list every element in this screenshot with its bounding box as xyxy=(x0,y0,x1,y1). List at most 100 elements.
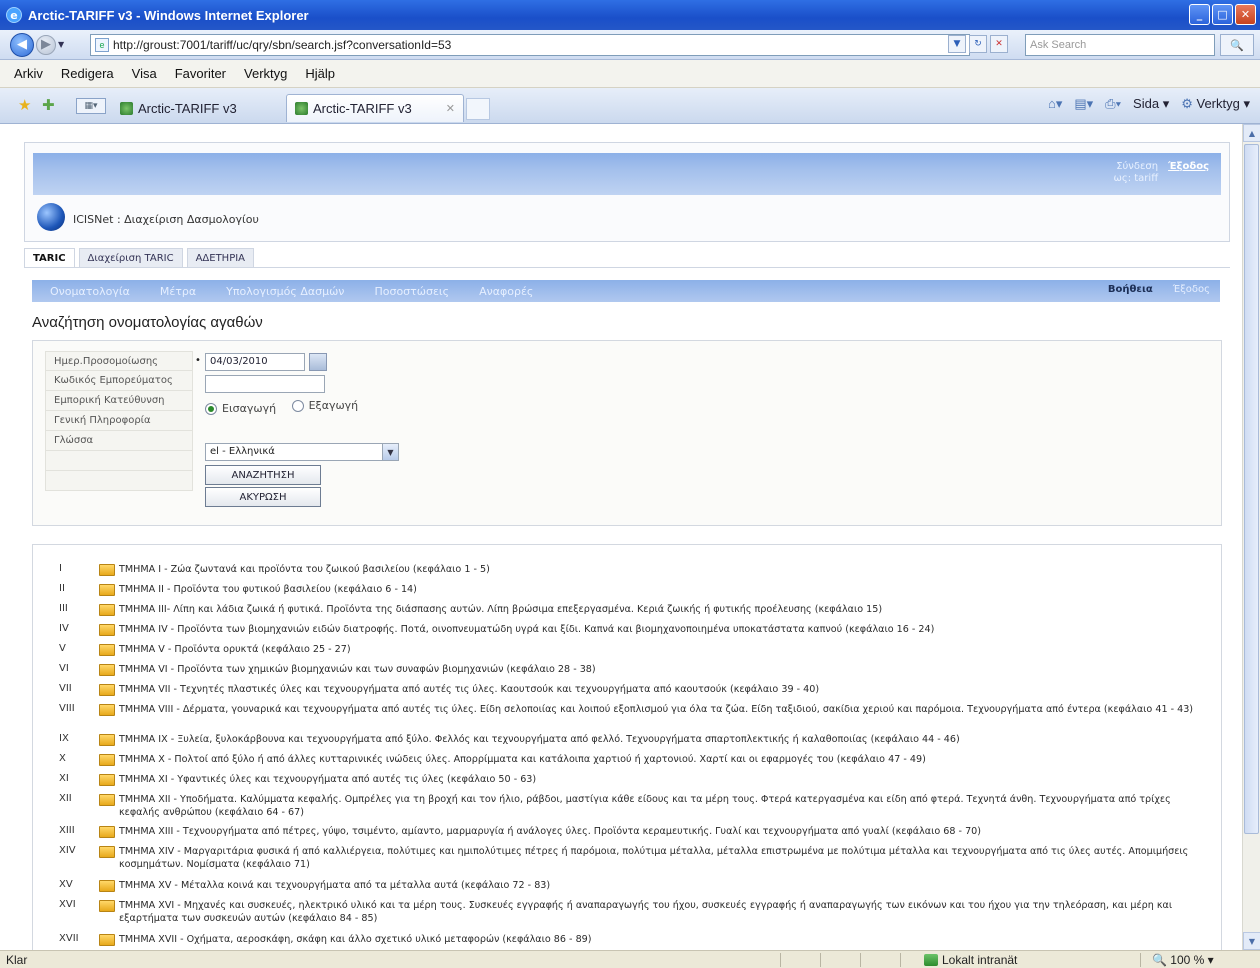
menu-redigera[interactable]: Redigera xyxy=(61,66,114,81)
section-number: X xyxy=(59,753,66,764)
page-content: Σύνδεση ως: tariff Έξοδος ICISNet : Διαχ… xyxy=(0,124,1242,950)
section-label[interactable]: ΤΜΗΜΑ XIV - Μαργαριτάρια φυσικά ή από κα… xyxy=(119,845,1199,871)
section-number: IV xyxy=(59,623,69,634)
site-icon xyxy=(120,101,133,115)
stop-icon[interactable]: ✕ xyxy=(990,35,1008,53)
browser-tab-1[interactable]: Arctic-TARIFF v3 xyxy=(112,94,282,122)
section-label[interactable]: ΤΜΗΜΑ XI - Υφαντικές ύλες και τεχνουργήμ… xyxy=(119,773,1199,786)
scroll-down-icon[interactable]: ▼ xyxy=(1243,932,1260,950)
radio-import[interactable]: Εισαγωγή xyxy=(205,402,276,415)
zoom-level[interactable]: 🔍 100 % ▾ xyxy=(1152,953,1214,967)
minimize-button[interactable]: _ xyxy=(1189,4,1210,25)
tab-taric-admin[interactable]: Διαχείριση TARIC xyxy=(78,248,183,268)
section-label[interactable]: ΤΜΗΜΑ XVII - Οχήματα, αεροσκάφη, σκάφη κ… xyxy=(119,933,1199,946)
radio-import-dot xyxy=(205,402,217,415)
window-titlebar: e Arctic-TARIFF v3 - Windows Internet Ex… xyxy=(0,0,1260,30)
new-tab-button[interactable] xyxy=(466,98,490,120)
section-label[interactable]: ΤΜΗΜΑ XIII - Τεχνουργήματα από πέτρες, γ… xyxy=(119,825,1199,838)
section-label[interactable]: ΤΜΗΜΑ I - Ζώα ζωντανά και προϊόντα του ζ… xyxy=(119,563,1199,576)
search-button[interactable]: ΑΝΑΖΗΤΗΣΗ xyxy=(205,465,321,485)
section-label[interactable]: ΤΜΗΜΑ VIII - Δέρματα, γουναρικά και τεχν… xyxy=(119,703,1199,716)
radio-export[interactable]: Εξαγωγή xyxy=(291,399,358,412)
scroll-up-icon[interactable]: ▲ xyxy=(1243,124,1260,142)
menu-visa[interactable]: Visa xyxy=(132,66,157,81)
section-label[interactable]: ΤΜΗΜΑ VI - Προϊόντα των χημικών βιομηχαν… xyxy=(119,663,1199,676)
home-icon[interactable]: ⌂▾ xyxy=(1048,96,1062,112)
section-number: XIII xyxy=(59,825,75,836)
menu-favoriter[interactable]: Favoriter xyxy=(175,66,226,81)
feeds-icon[interactable]: ▤▾ xyxy=(1074,96,1093,112)
app-header-panel: Σύνδεση ως: tariff Έξοδος ICISNet : Διαχ… xyxy=(24,142,1230,242)
close-button[interactable]: ✕ xyxy=(1235,4,1256,25)
logout-link[interactable]: Έξοδος xyxy=(1173,284,1210,295)
history-dropdown-icon[interactable]: ▼ xyxy=(58,40,70,49)
tools-menu[interactable]: ⚙ Verktyg ▾ xyxy=(1181,96,1250,112)
section-label[interactable]: ΤΜΗΜΑ IV - Προϊόντα των βιομηχανιών ειδώ… xyxy=(119,623,1199,636)
section-label[interactable]: ΤΜΗΜΑ II - Προϊόντα του φυτικού βασιλείο… xyxy=(119,583,1199,596)
section-number: XI xyxy=(59,773,69,784)
tab-taric[interactable]: TARIC xyxy=(24,248,75,268)
status-bar: Klar Lokalt intranät 🔍 100 % ▾ xyxy=(0,950,1260,968)
section-number: XVI xyxy=(59,899,76,910)
folder-icon xyxy=(99,734,115,746)
tab-licenses[interactable]: ΑΔΕΤΗΡΙΑ xyxy=(186,248,255,268)
section-label[interactable]: ΤΜΗΜΑ XV - Μέταλλα κοινά και τεχνουργήμα… xyxy=(119,879,1199,892)
status-divider xyxy=(780,953,781,967)
print-icon[interactable]: ⎙▾ xyxy=(1105,96,1121,112)
section-label[interactable]: ΤΜΗΜΑ VII - Τεχνητές πλαστικές ύλες και … xyxy=(119,683,1199,696)
back-button[interactable]: ◀ xyxy=(10,32,34,57)
radio-export-dot xyxy=(291,399,304,412)
scroll-thumb[interactable] xyxy=(1244,144,1259,834)
language-select[interactable]: el - Ελληνικά ▼ xyxy=(205,443,399,461)
search-icon[interactable]: 🔍 xyxy=(1220,34,1254,56)
forward-button[interactable]: ▶ xyxy=(36,34,56,55)
menu-hjalp[interactable]: Hjälp xyxy=(305,66,335,81)
add-favorites-icon[interactable]: ✚ xyxy=(42,96,55,114)
page-title: Αναζήτηση ονοματολογίας αγαθών xyxy=(32,314,263,331)
section-number: I xyxy=(59,563,62,574)
menu-arkiv[interactable]: Arkiv xyxy=(14,66,43,81)
folder-icon xyxy=(99,704,115,716)
app-menu: Ονοματολογία Μέτρα Υπολογισμός Δασμών Πο… xyxy=(32,280,1220,302)
quick-tabs-icon[interactable]: ▦▾ xyxy=(76,98,106,114)
vertical-scrollbar[interactable]: ▲ ▼ xyxy=(1242,124,1260,950)
section-label[interactable]: ΤΜΗΜΑ X - Πολτοί από ξύλο ή από άλλες κυ… xyxy=(119,753,1199,766)
page-menu[interactable]: Sida ▾ xyxy=(1133,96,1169,112)
section-label[interactable]: ΤΜΗΜΑ V - Προϊόντα ορυκτά (κεφάλαιο 25 -… xyxy=(119,643,1199,656)
address-bar: ◀ ▶ ▼ e http://groust:7001/tariff/uc/qry… xyxy=(0,30,1260,60)
commodity-code-input[interactable] xyxy=(205,375,325,393)
menu-measures[interactable]: Μέτρα xyxy=(160,285,196,298)
menu-duty-calc[interactable]: Υπολογισμός Δασμών xyxy=(226,285,344,298)
section-number: XVII xyxy=(59,933,79,944)
required-marker: • xyxy=(195,355,201,366)
menu-reports[interactable]: Αναφορές xyxy=(479,285,533,298)
calendar-icon[interactable] xyxy=(309,353,327,371)
section-label[interactable]: ΤΜΗΜΑ XVI - Μηχανές και συσκευές, ηλεκτρ… xyxy=(119,899,1199,925)
section-label[interactable]: ΤΜΗΜΑ III- Λίπη και λάδια ζωικά ή φυτικά… xyxy=(119,603,1199,616)
header-exit-link[interactable]: Έξοδος xyxy=(1168,161,1209,185)
menu-nomenclature[interactable]: Ονοματολογία xyxy=(50,285,130,298)
folder-icon xyxy=(99,846,115,858)
date-input[interactable]: 04/03/2010 xyxy=(205,353,305,371)
help-link[interactable]: Βοήθεια xyxy=(1108,284,1153,295)
maximize-button[interactable]: □ xyxy=(1212,4,1233,25)
favorites-star-icon[interactable]: ★ xyxy=(18,96,31,114)
url-dropdown-icon[interactable]: ▼ xyxy=(948,35,966,53)
menu-verktyg[interactable]: Verktyg xyxy=(244,66,287,81)
form-labels: Ημερ.Προσομοίωσης Κωδικός Εμπορεύματος Ε… xyxy=(45,351,193,491)
security-zone[interactable]: Lokalt intranät xyxy=(924,953,1017,967)
section-label[interactable]: ΤΜΗΜΑ XII - Υποδήματα. Καλύμματα κεφαλής… xyxy=(119,793,1199,819)
url-text: http://groust:7001/tariff/uc/qry/sbn/sea… xyxy=(113,38,452,52)
browser-tab-2[interactable]: Arctic-TARIFF v3 ✕ xyxy=(286,94,464,122)
logged-in-user: Σύνδεση ως: tariff xyxy=(1113,161,1159,184)
cancel-button[interactable]: ΑΚΥΡΩΣΗ xyxy=(205,487,321,507)
tab-bar: ★ ✚ ▦▾ Arctic-TARIFF v3 Arctic-TARIFF v3… xyxy=(0,88,1260,124)
refresh-icon[interactable]: ↻ xyxy=(969,35,987,53)
menu-quotas[interactable]: Ποσοστώσεις xyxy=(374,285,449,298)
tab-close-icon[interactable]: ✕ xyxy=(446,102,455,115)
section-label[interactable]: ΤΜΗΜΑ IX - Ξυλεία, ξυλοκάρβουνα και τεχν… xyxy=(119,733,1199,746)
search-input[interactable]: Ask Search xyxy=(1025,34,1215,56)
section-number: XV xyxy=(59,879,73,890)
url-field[interactable]: e http://groust:7001/tariff/uc/qry/sbn/s… xyxy=(90,34,970,56)
folder-icon xyxy=(99,684,115,696)
